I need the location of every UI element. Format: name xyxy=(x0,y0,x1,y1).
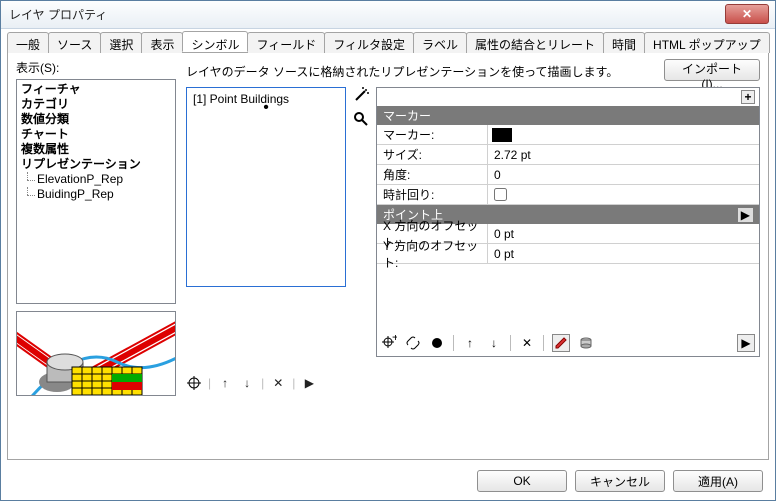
angle-input[interactable] xyxy=(492,167,759,183)
move-up-icon[interactable]: ↑ xyxy=(217,375,233,391)
dialog-footer: OK キャンセル 適用(A) xyxy=(477,470,763,492)
target-icon[interactable] xyxy=(186,375,202,391)
tab-selection[interactable]: 選択 xyxy=(100,32,142,53)
rule-toolbar: | ↑ ↓ | ✕ | ▶ xyxy=(186,375,346,391)
tab-body: 表示(S): フィーチャ カテゴリ 数値分類 チャート 複数属性 リプレゼンテー… xyxy=(7,53,769,460)
tab-fields[interactable]: フィールド xyxy=(247,32,325,53)
tool-up-icon[interactable]: ↑ xyxy=(462,335,478,351)
marker-swatch[interactable] xyxy=(492,128,512,142)
tab-display[interactable]: 表示 xyxy=(141,32,183,53)
tab-symbology[interactable]: シンボル xyxy=(182,31,248,52)
tree-categories[interactable]: カテゴリ xyxy=(21,97,171,112)
marker-label: マーカー: xyxy=(377,126,487,143)
tree-representations[interactable]: リプレゼンテーション xyxy=(21,157,171,172)
properties-panel: + マーカー マーカー: サイズ: 角度: 時計回り: xyxy=(376,87,760,357)
tool-target-plus-icon[interactable]: + xyxy=(381,335,397,351)
yoffset-row: Y 方向のオフセット: xyxy=(377,244,759,264)
ok-button[interactable]: OK xyxy=(477,470,567,492)
marker-section-header: マーカー xyxy=(377,106,759,125)
clockwise-label: 時計回り: xyxy=(377,186,487,203)
tab-definition-query[interactable]: フィルタ設定 xyxy=(324,32,414,53)
move-down-icon[interactable]: ↓ xyxy=(239,375,255,391)
section-arrow-icon[interactable]: ▶ xyxy=(738,208,753,222)
tree-child-elevation[interactable]: ElevationP_Rep xyxy=(21,172,171,187)
show-tree[interactable]: フィーチャ カテゴリ 数値分類 チャート 複数属性 リプレゼンテーション Ele… xyxy=(16,79,176,304)
add-layer-button[interactable]: + xyxy=(741,90,755,104)
angle-row: 角度: xyxy=(377,165,759,185)
xoffset-input[interactable] xyxy=(492,226,759,242)
tree-quantities[interactable]: 数値分類 xyxy=(21,112,171,127)
play-icon[interactable]: ▶ xyxy=(301,375,317,391)
tab-joins-relates[interactable]: 属性の結合とリレート xyxy=(466,32,604,53)
mid-tools xyxy=(352,87,370,127)
delete-icon[interactable]: ✕ xyxy=(270,375,286,391)
import-button[interactable]: インポート(I)... xyxy=(664,59,760,81)
tabstrip: 一般 ソース 選択 表示 シンボル フィールド フィルタ設定 ラベル 属性の結合… xyxy=(7,31,769,53)
size-input[interactable] xyxy=(492,147,759,163)
apply-button[interactable]: 適用(A) xyxy=(673,470,763,492)
props-toolbar: + ↑ ↓ ✕ ▶ xyxy=(381,334,755,352)
svg-text:+: + xyxy=(392,335,397,344)
tree-feature[interactable]: フィーチャ xyxy=(21,82,171,97)
clockwise-row: 時計回り: xyxy=(377,185,759,205)
tool-down-icon[interactable]: ↓ xyxy=(486,335,502,351)
content-area: 一般 ソース 選択 表示 シンボル フィールド フィルタ設定 ラベル 属性の結合… xyxy=(7,31,769,460)
rule-item-symbol: • xyxy=(193,106,339,110)
size-label: サイズ: xyxy=(377,146,487,163)
clockwise-checkbox[interactable] xyxy=(494,188,507,201)
size-row: サイズ: xyxy=(377,145,759,165)
angle-label: 角度: xyxy=(377,166,487,183)
cancel-button[interactable]: キャンセル xyxy=(575,470,665,492)
symbol-preview xyxy=(16,311,176,396)
yoffset-input[interactable] xyxy=(492,246,759,262)
tool-cylinder-icon[interactable] xyxy=(578,335,594,351)
tab-html-popup[interactable]: HTML ポップアップ xyxy=(644,32,770,53)
marker-row: マーカー: xyxy=(377,125,759,145)
tool-circle-icon[interactable] xyxy=(429,335,445,351)
wand-icon[interactable] xyxy=(353,87,369,103)
tool-delete-icon[interactable]: ✕ xyxy=(519,335,535,351)
titlebar: レイヤ プロパティ ✕ xyxy=(1,1,775,29)
tool-pencil-icon[interactable] xyxy=(552,334,570,352)
tab-general[interactable]: 一般 xyxy=(7,32,49,53)
tree-child-building[interactable]: BuidingP_Rep xyxy=(21,187,171,202)
description-text: レイヤのデータ ソースに格納されたリプレゼンテーションを使って描画します。 xyxy=(186,63,658,80)
tree-charts[interactable]: チャート xyxy=(21,127,171,142)
magnifier-icon[interactable] xyxy=(353,111,369,127)
rule-list[interactable]: [1] Point Buildings • xyxy=(186,87,346,287)
layer-properties-window: レイヤ プロパティ ✕ 一般 ソース 選択 表示 シンボル フィールド フィルタ… xyxy=(0,0,776,501)
tree-multiple-attrs[interactable]: 複数属性 xyxy=(21,142,171,157)
tool-run-icon[interactable]: ▶ xyxy=(737,334,755,352)
yoffset-label: Y 方向のオフセット: xyxy=(377,237,487,271)
window-title: レイヤ プロパティ xyxy=(1,6,725,23)
tool-link-icon[interactable] xyxy=(405,335,421,351)
close-button[interactable]: ✕ xyxy=(725,4,769,24)
tab-labels[interactable]: ラベル xyxy=(413,32,467,53)
tab-time[interactable]: 時間 xyxy=(603,32,645,53)
tab-source[interactable]: ソース xyxy=(48,32,101,53)
